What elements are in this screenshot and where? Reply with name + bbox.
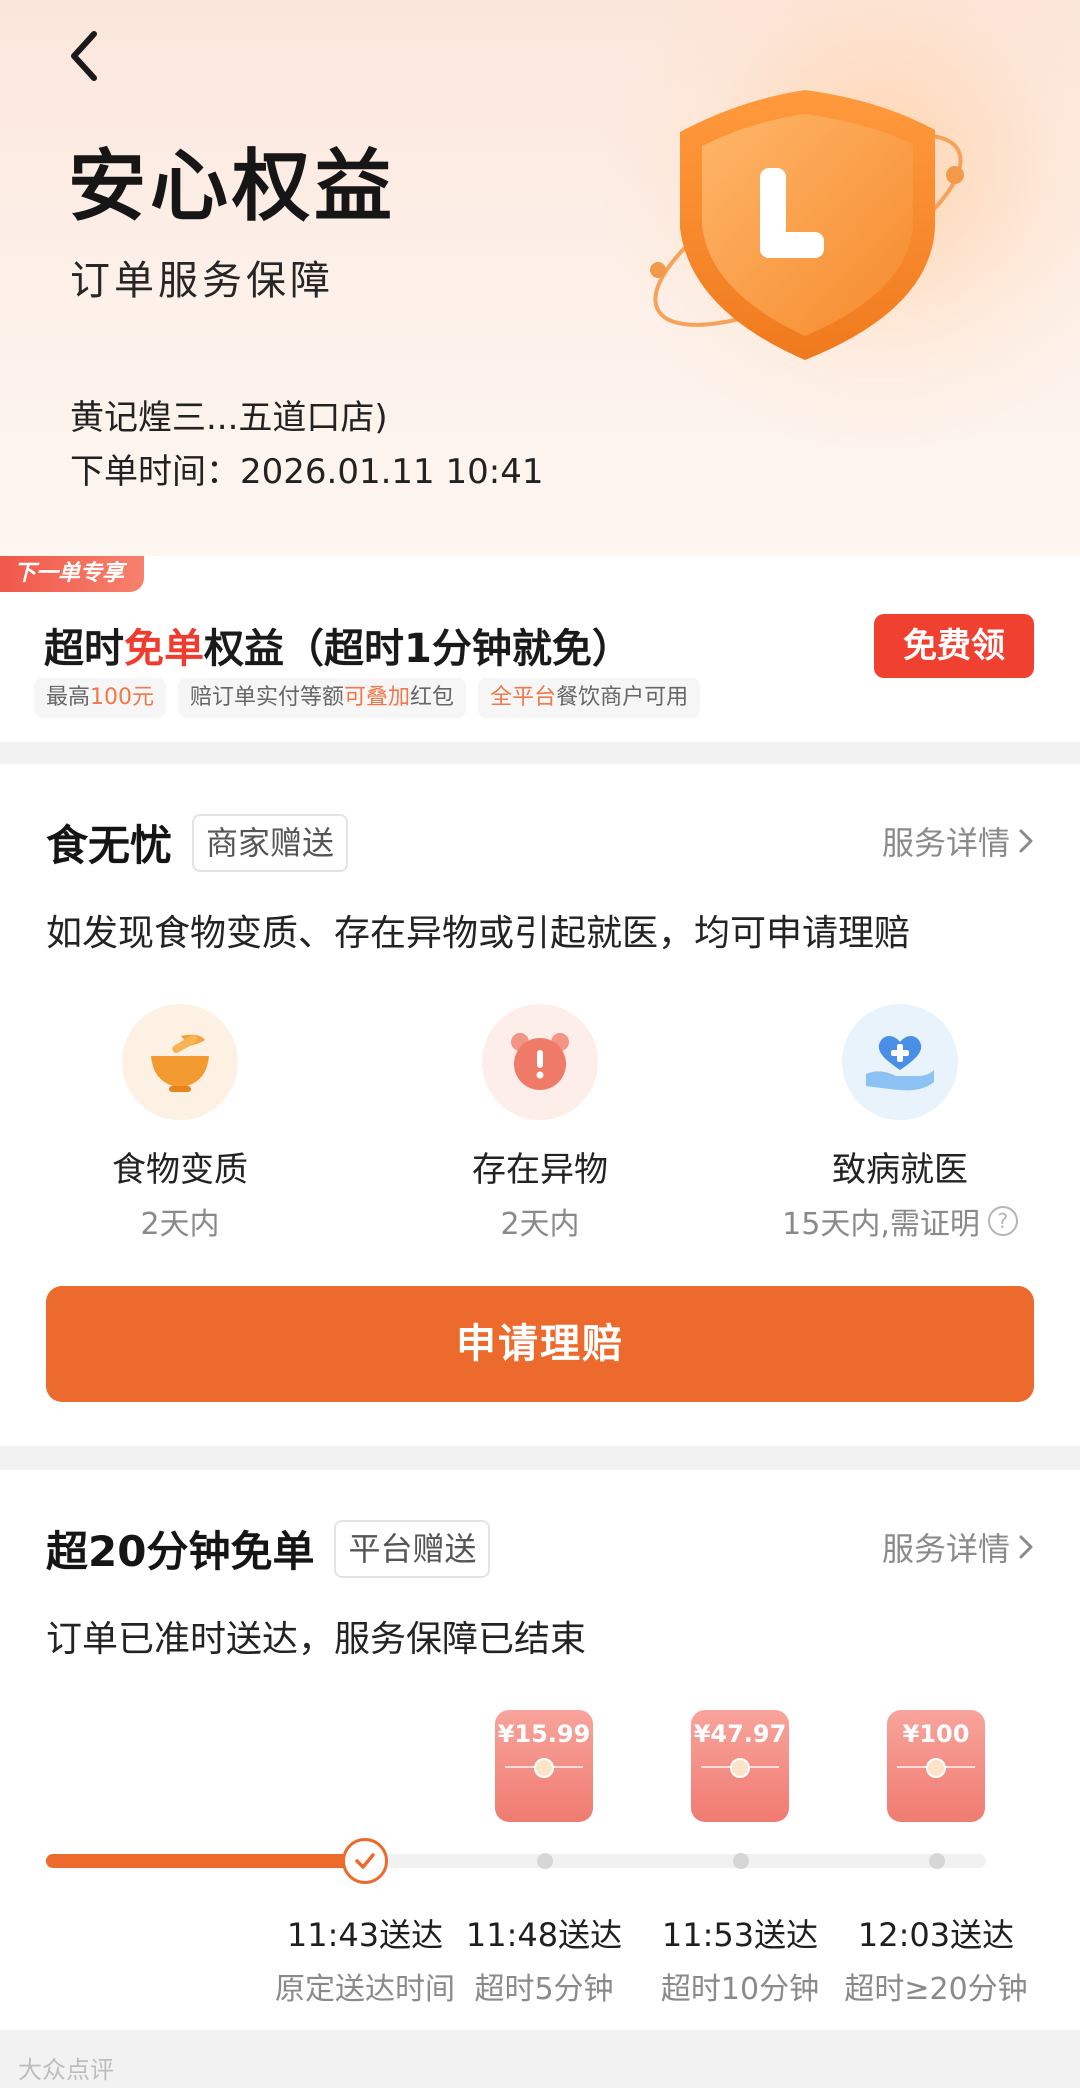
back-button[interactable] bbox=[56, 28, 112, 84]
card-description: 如发现食物变质、存在异物或引起就医，均可申请理赔 bbox=[46, 913, 911, 954]
tag-text: 红包 bbox=[410, 685, 455, 710]
milestone-sub: 超时5分钟 bbox=[474, 1972, 614, 2007]
coupon-title-highlight: 免单 bbox=[124, 626, 204, 672]
apply-claim-button[interactable]: 申请理赔 bbox=[46, 1286, 1034, 1402]
feature-name: 致病就医 bbox=[832, 1150, 968, 1190]
coupon-tags: 最高100元 赔订单实付等额可叠加红包 全平台餐饮商户可用 bbox=[34, 678, 701, 718]
timeline-label: 11:48送达 超时5分钟 bbox=[444, 1910, 644, 2008]
claim-types: 食物变质 2天内 存在异物 2天内 致病就医 15天内,需证明 ? bbox=[0, 1004, 1080, 1244]
red-packet-coin bbox=[926, 1758, 946, 1778]
milestone-sub: 超时10分钟 bbox=[660, 1972, 820, 2007]
feature-sub: 15天内,需证明 ? bbox=[750, 1199, 1050, 1243]
watermark: 大众点评 bbox=[18, 2056, 114, 2084]
coupon-title-suffix: 权益（超时1分钟就免） bbox=[204, 626, 632, 672]
service-detail-label: 服务详情 bbox=[881, 1530, 1010, 1568]
milestone-time: 11:48送达 bbox=[465, 1916, 623, 1954]
coupon-ribbon: 下一单专享 bbox=[0, 556, 145, 592]
tag-text: 赔订单实付等额 bbox=[190, 685, 345, 710]
service-detail-link[interactable]: 服务详情 bbox=[882, 818, 1034, 864]
card-description: 订单已准时送达，服务保障已结束 bbox=[46, 1619, 587, 1660]
heart-hand-icon bbox=[842, 1004, 958, 1120]
red-packet-coin bbox=[730, 1758, 750, 1778]
help-icon[interactable]: ? bbox=[987, 1206, 1018, 1236]
feature-deadline: 2天内 bbox=[140, 1207, 220, 1242]
delivery-timeline: ¥15.99 ¥47.97 ¥100 11:43送达 原定送达时间 11:48送… bbox=[0, 1710, 1080, 2010]
milestone-time: 11:53送达 bbox=[661, 1916, 819, 1954]
card-header: 食无忧 商家赠送 bbox=[46, 812, 349, 873]
store-name: 黄记煌三...五道口店) bbox=[70, 398, 388, 438]
milestone-time: 11:43送达 bbox=[286, 1916, 444, 1954]
red-packet: ¥100 bbox=[887, 1710, 985, 1822]
card-title: 超20分钟免单 bbox=[46, 1527, 315, 1576]
feature-medical[interactable]: 致病就医 15天内,需证明 ? bbox=[750, 1004, 1050, 1243]
feature-sub: 2天内 bbox=[390, 1199, 690, 1243]
red-packet-amount: ¥47.97 bbox=[693, 1720, 787, 1748]
red-packet: ¥15.99 bbox=[495, 1710, 593, 1822]
coupon-tag-stack: 赔订单实付等额可叠加红包 bbox=[178, 678, 467, 718]
order-time: 下单时间：2026.01.11 10:41 bbox=[70, 452, 544, 492]
milestone-sub: 原定送达时间 bbox=[275, 1972, 455, 2007]
coupon-tag-platform: 全平台餐饮商户可用 bbox=[478, 678, 701, 718]
timeout-free-card: 超20分钟免单 平台赠送 服务详情 订单已准时送达，服务保障已结束 ¥15.99… bbox=[0, 1470, 1080, 2030]
card-title: 食无忧 bbox=[46, 821, 173, 870]
tag-highlight: 全平台 bbox=[490, 685, 557, 710]
red-packet-amount: ¥15.99 bbox=[497, 1720, 591, 1748]
check-icon bbox=[342, 1838, 388, 1884]
chevron-right-icon bbox=[1019, 829, 1033, 853]
tag-text: 餐饮商户可用 bbox=[556, 685, 689, 710]
coupon-tag-max: 最高100元 bbox=[34, 678, 167, 718]
red-packet-amount: ¥100 bbox=[902, 1720, 970, 1748]
timeline-label: 12:03送达 超时≥20分钟 bbox=[836, 1910, 1036, 2008]
timeline-dot bbox=[537, 1853, 553, 1869]
feature-foreign-object[interactable]: 存在异物 2天内 bbox=[390, 1004, 690, 1243]
merchant-gift-badge: 商家赠送 bbox=[192, 813, 349, 872]
chevron-right-icon bbox=[1019, 1535, 1033, 1559]
card-header: 超20分钟免单 平台赠送 bbox=[46, 1518, 491, 1579]
chevron-left-icon bbox=[71, 31, 97, 81]
page-title: 安心权益 bbox=[68, 142, 397, 232]
alarm-clock-icon bbox=[482, 1004, 598, 1120]
timeline-label: 11:53送达 超时10分钟 bbox=[640, 1910, 840, 2008]
coupon-title-prefix: 超时 bbox=[44, 626, 124, 672]
feature-deadline: 15天内,需证明 bbox=[782, 1207, 980, 1242]
service-detail-link[interactable]: 服务详情 bbox=[882, 1524, 1034, 1570]
coupon-title: 超时免单权益（超时1分钟就免） bbox=[44, 616, 632, 674]
milestone-sub: 超时≥20分钟 bbox=[844, 1972, 1028, 2007]
next-order-coupon: 下一单专享 超时免单权益（超时1分钟就免） 最高100元 赔订单实付等额可叠加红… bbox=[0, 556, 1080, 742]
red-packet-coin bbox=[534, 1758, 554, 1778]
tag-text: 最高 bbox=[46, 685, 91, 710]
timeline-progress bbox=[46, 1854, 364, 1868]
milestone-time: 12:03送达 bbox=[857, 1916, 1015, 1954]
bowl-icon bbox=[122, 1004, 238, 1120]
feature-food-spoiled[interactable]: 食物变质 2天内 bbox=[30, 1004, 330, 1243]
tag-highlight: 100元 bbox=[90, 685, 155, 710]
feature-name: 存在异物 bbox=[472, 1150, 608, 1190]
timeline-label: 11:43送达 原定送达时间 bbox=[265, 1910, 465, 2008]
red-packet: ¥47.97 bbox=[691, 1710, 789, 1822]
timeline-dot bbox=[929, 1853, 945, 1869]
feature-deadline: 2天内 bbox=[500, 1207, 580, 1242]
shield-icon bbox=[650, 90, 964, 360]
page-subtitle: 订单服务保障 bbox=[70, 258, 334, 304]
timeline-dot bbox=[733, 1853, 749, 1869]
food-guarantee-card: 食无忧 商家赠送 服务详情 如发现食物变质、存在异物或引起就医，均可申请理赔 食… bbox=[0, 764, 1080, 1446]
tag-highlight: 可叠加 bbox=[344, 685, 411, 710]
feature-name: 食物变质 bbox=[112, 1150, 248, 1190]
feature-sub: 2天内 bbox=[30, 1199, 330, 1243]
service-detail-label: 服务详情 bbox=[881, 824, 1010, 862]
header: 安心权益 订单服务保障 黄记煌三...五道口店) 下单时间：2026.01.11… bbox=[0, 0, 1080, 560]
platform-gift-badge: 平台赠送 bbox=[334, 1519, 491, 1578]
claim-free-button[interactable]: 免费领 bbox=[874, 614, 1034, 678]
